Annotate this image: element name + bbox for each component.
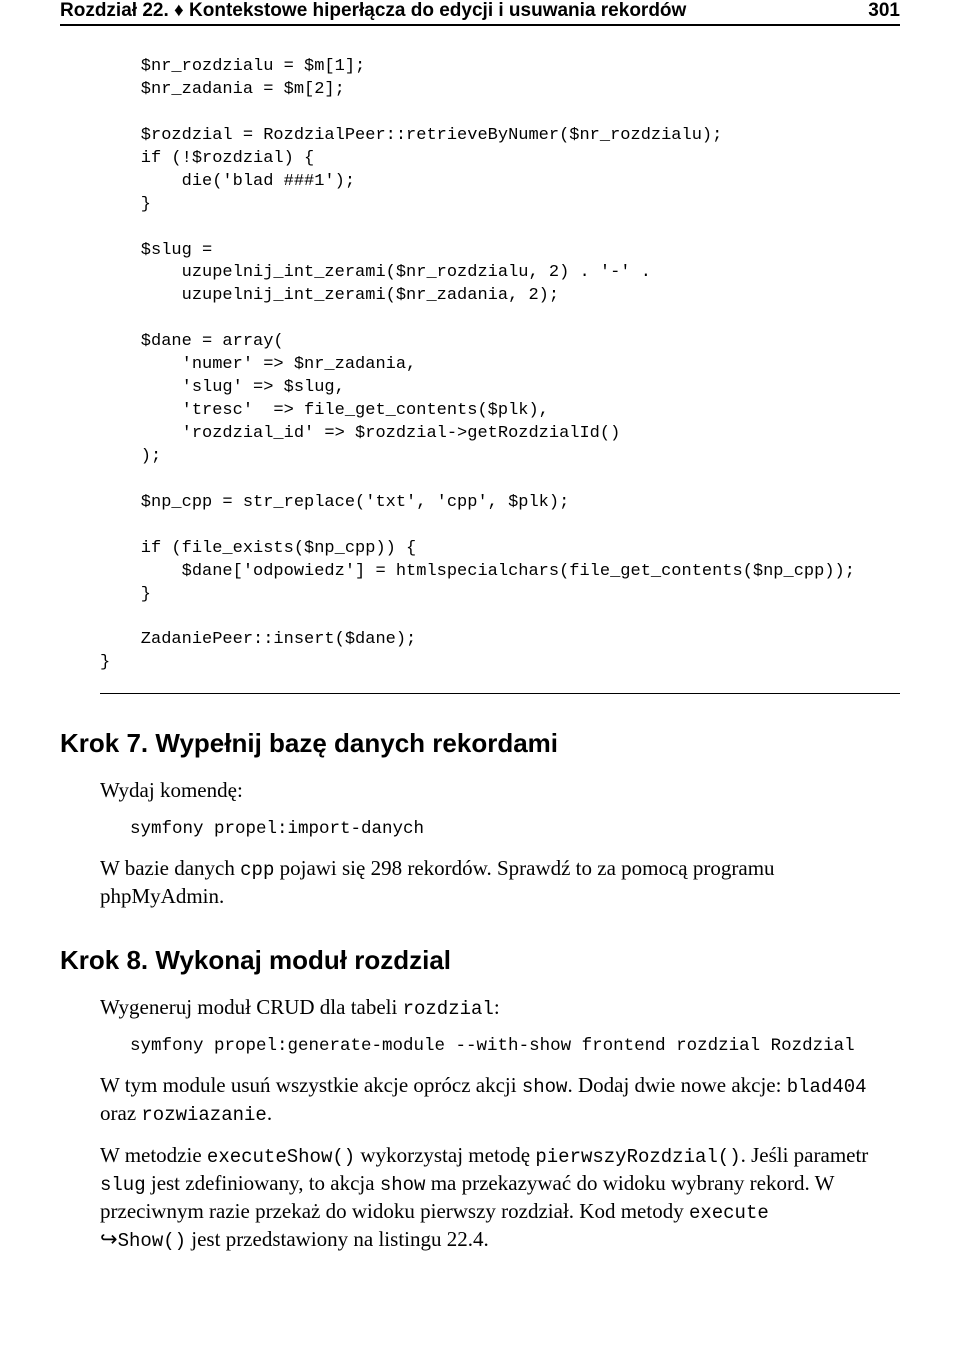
text: Wygeneruj moduł CRUD dla tabeli: [100, 995, 403, 1019]
inline-code: execute: [689, 1202, 769, 1224]
code-line: uzupelnij_int_zerami($nr_zadania, 2);: [100, 286, 559, 305]
text: oraz: [100, 1101, 141, 1125]
inline-code: Show(): [118, 1230, 186, 1252]
code-line: $dane['odpowiedz'] = htmlspecialchars(fi…: [100, 562, 855, 581]
code-line: }: [100, 585, 151, 604]
text: wykorzystaj metodę: [355, 1143, 535, 1167]
code-line: $rozdzial = RozdzialPeer::retrieveByNume…: [100, 126, 722, 145]
step8-heading: Krok 8. Wykonaj moduł rozdzial: [60, 945, 900, 976]
code-line: 'rozdzial_id' => $rozdzial->getRozdzialI…: [100, 424, 620, 443]
inline-code: show: [380, 1174, 426, 1196]
text: . Jeśli parametr: [741, 1143, 869, 1167]
code-line: }: [100, 653, 110, 672]
code-listing: $nr_rozdzialu = $m[1]; $nr_zadania = $m[…: [100, 56, 900, 694]
code-line: if (!$rozdzial) {: [100, 149, 314, 168]
text: .: [267, 1101, 272, 1125]
code-line: 'numer' => $nr_zadania,: [100, 355, 416, 374]
code-line: uzupelnij_int_zerami($nr_rozdzialu, 2) .…: [100, 263, 651, 282]
inline-code: executeShow(): [207, 1146, 355, 1168]
text: W tym module usuń wszystkie akcje oprócz…: [100, 1073, 522, 1097]
code-line: $np_cpp = str_replace('txt', 'cpp', $plk…: [100, 493, 569, 512]
diamond-icon: ♦: [174, 0, 184, 21]
text: jest zdefiniowany, to akcja: [146, 1171, 380, 1195]
text: jest przedstawiony na listingu 22.4.: [186, 1227, 489, 1251]
step7-p1: Wydaj komendę:: [100, 777, 900, 805]
text: :: [494, 995, 500, 1019]
code-line: 'slug' => $slug,: [100, 378, 345, 397]
code-line: die('blad ###1');: [100, 172, 355, 191]
step8-p2: W tym module usuń wszystkie akcje oprócz…: [100, 1072, 900, 1128]
code-line: ZadaniePeer::insert($dane);: [100, 630, 416, 649]
inline-code: cpp: [240, 859, 274, 881]
inline-code: slug: [100, 1174, 146, 1196]
text: W bazie danych: [100, 856, 240, 880]
text: W metodzie: [100, 1143, 207, 1167]
step8-p1: Wygeneruj moduł CRUD dla tabeli rozdzial…: [100, 994, 900, 1022]
inline-code: rozdzial: [403, 998, 494, 1020]
header-left: Rozdział 22. ♦ Kontekstowe hiperłącza do…: [60, 0, 686, 22]
code-line: }: [100, 195, 151, 214]
code-line: if (file_exists($np_cpp)) {: [100, 539, 416, 558]
chapter-label: Rozdział 22.: [60, 0, 169, 21]
running-header: Rozdział 22. ♦ Kontekstowe hiperłącza do…: [60, 0, 900, 26]
inline-code: show: [522, 1076, 568, 1098]
step8-command: symfony propel:generate-module --with-sh…: [130, 1036, 900, 1056]
code-line: );: [100, 447, 161, 466]
page-number: 301: [868, 0, 900, 22]
inline-code: rozwiazanie: [141, 1104, 266, 1126]
code-line: $slug =: [100, 241, 212, 260]
step7-p2: W bazie danych cpp pojawi się 298 rekord…: [100, 855, 900, 911]
inline-code: blad404: [787, 1076, 867, 1098]
inline-code: pierwszyRozdzial(): [535, 1146, 740, 1168]
text: . Dodaj dwie nowe akcje:: [567, 1073, 786, 1097]
continuation-arrow-icon: ↪: [100, 1228, 118, 1251]
code-line: $dane = array(: [100, 332, 284, 351]
code-line: $nr_zadania = $m[2];: [100, 80, 345, 99]
code-line: 'tresc' => file_get_contents($plk),: [100, 401, 549, 420]
page: Rozdział 22. ♦ Kontekstowe hiperłącza do…: [0, 0, 960, 1308]
step7-command: symfony propel:import-danych: [130, 819, 900, 839]
chapter-title: Kontekstowe hiperłącza do edycji i usuwa…: [189, 0, 686, 21]
code-line: $nr_rozdzialu = $m[1];: [100, 57, 365, 76]
step8-p3: W metodzie executeShow() wykorzystaj met…: [100, 1142, 900, 1254]
step7-heading: Krok 7. Wypełnij bazę danych rekordami: [60, 728, 900, 759]
